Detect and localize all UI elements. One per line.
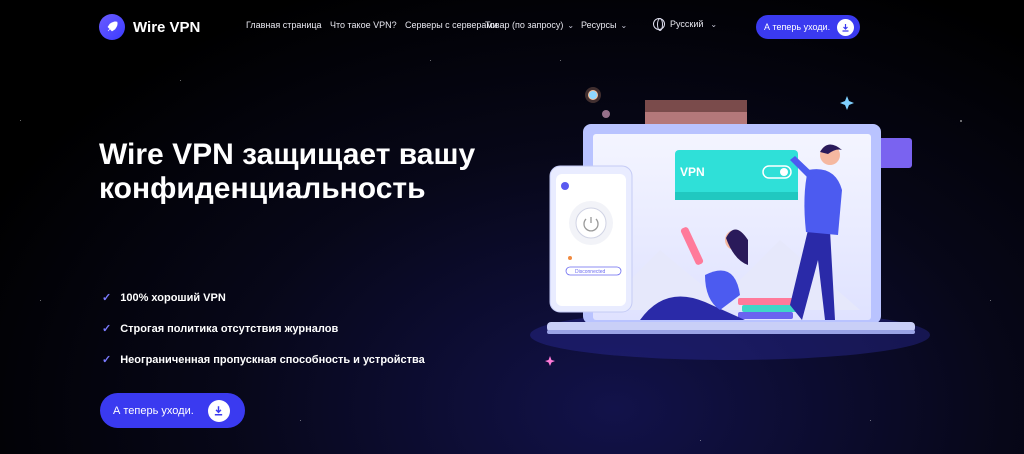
nav-item-resources[interactable]: Ресурсы ⌄ — [581, 20, 627, 30]
brand-name: Wire VPN — [133, 18, 201, 36]
hero-download-button[interactable]: А теперь уходи. — [100, 393, 245, 428]
rocket-logo-icon — [99, 14, 125, 40]
hero-title: Wire VPN защищает вашу конфиденциальност… — [99, 138, 476, 205]
feature-text: Строгая политика отсутствия журналов — [120, 322, 339, 335]
nav-item-label: Товар (по запросу) — [485, 20, 564, 30]
feature-text: Неограниченная пропускная способность и … — [120, 353, 425, 366]
check-icon: ✓ — [102, 354, 112, 366]
check-icon: ✓ — [102, 323, 112, 335]
chevron-down-icon: ⌄ — [710, 19, 718, 29]
vpn-toggle-label: VPN — [680, 165, 705, 179]
language-label: Русский — [670, 19, 704, 29]
nav-item-label: Что такое VPN? — [330, 20, 397, 30]
globe-icon — [653, 18, 665, 31]
sparkle-blue — [589, 91, 597, 99]
nav-item-label: Серверы с серверами — [405, 20, 498, 30]
chevron-down-icon: ⌄ — [620, 20, 628, 30]
nav-item-home[interactable]: Главная страница — [246, 20, 322, 30]
feature-text: 100% хороший VPN — [120, 291, 226, 304]
check-icon: ✓ — [102, 292, 112, 304]
feature-item: ✓ Неограниченная пропускная способность … — [102, 344, 425, 375]
top-navbar: Wire VPN Главная страница Что такое VPN?… — [0, 0, 1024, 54]
sparkle — [602, 110, 610, 118]
sparkle-star — [545, 356, 555, 366]
hero-illustration: VPN Disconnected — [530, 87, 930, 366]
nav-item-product[interactable]: Товар (по запросу) ⌄ — [485, 20, 574, 30]
book-stack — [738, 298, 793, 305]
nav-item-what-is-vpn[interactable]: Что такое VPN? — [330, 20, 397, 30]
nav-item-label: Главная страница — [246, 20, 322, 30]
nav-download-label: А теперь уходи. — [764, 22, 831, 32]
feature-item: ✓ 100% хороший VPN — [102, 282, 425, 313]
book-top — [645, 100, 747, 112]
sparkle-star — [840, 96, 854, 110]
download-icon — [207, 399, 230, 422]
phone-status-text: Disconnected — [575, 269, 606, 275]
feature-list: ✓ 100% хороший VPN ✓ Строгая политика от… — [102, 282, 425, 375]
brand-logo[interactable]: Wire VPN — [99, 14, 200, 40]
nav-item-label: Ресурсы — [581, 20, 617, 30]
chevron-down-icon: ⌄ — [567, 20, 575, 30]
download-icon — [837, 18, 855, 36]
nav-item-servers[interactable]: Серверы с серверами — [405, 20, 498, 30]
feature-item: ✓ Строгая политика отсутствия журналов — [102, 313, 425, 344]
language-selector[interactable]: Русский ⌄ — [653, 18, 718, 31]
book-top — [645, 112, 747, 124]
hero-download-label: А теперь уходи. — [113, 404, 194, 417]
nav-download-button[interactable]: А теперь уходи. — [756, 15, 860, 39]
